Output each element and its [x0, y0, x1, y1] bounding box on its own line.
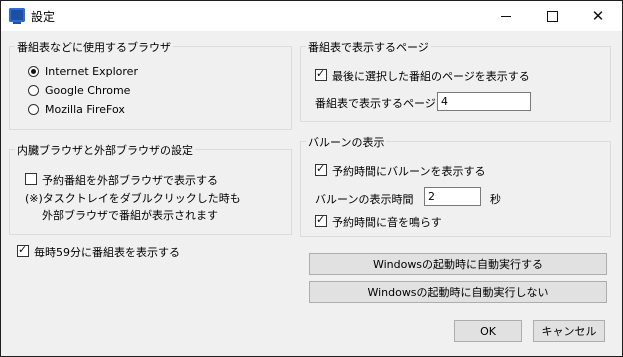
title-bar[interactable]: 設定 ✕ [1, 1, 622, 32]
sound-checkbox[interactable] [315, 213, 327, 227]
minimize-button[interactable] [483, 1, 529, 31]
window-title: 設定 [31, 10, 56, 24]
autorun-disable-button[interactable]: Windowsの起動時に自動実行しない [309, 281, 607, 303]
autorun-enable-button[interactable]: Windowsの起動時に自動実行する [309, 253, 607, 275]
maximize-icon [546, 10, 558, 22]
tasktray-note-line1: (※)タスクトレイをダブルクリックした時も [25, 192, 241, 205]
radio-google-chrome-label[interactable]: Google Chrome [45, 84, 130, 97]
cancel-button[interactable]: キャンセル [533, 320, 605, 342]
tasktray-note-line2: 外部ブラウザで番組が表示されます [42, 209, 218, 222]
page-field-label: 番組表で表示するページ [315, 97, 436, 110]
settings-window: 設定 ✕ 番組表などに使用するブラウザ Internet Explorer Go… [0, 0, 623, 357]
external-browser-checkbox-label[interactable]: 予約番組を外部ブラウザで表示する [42, 172, 218, 188]
internal-external-group-title: 内臓ブラウザと外部ブラウザの設定 [15, 142, 195, 158]
minimize-icon [501, 15, 511, 17]
balloon-show-checkbox-label[interactable]: 予約時間にバルーンを表示する [332, 163, 485, 179]
balloon-time-input[interactable]: 2 [424, 187, 481, 206]
hourly-show-checkbox[interactable] [17, 243, 29, 257]
maximize-button[interactable] [529, 1, 575, 31]
radio-internet-explorer-label[interactable]: Internet Explorer [45, 65, 138, 78]
balloon-time-unit: 秒 [490, 193, 501, 206]
close-icon: ✕ [591, 6, 605, 25]
ok-button[interactable]: OK [454, 320, 522, 342]
close-button[interactable]: ✕ [575, 1, 621, 31]
radio-internet-explorer[interactable] [28, 66, 39, 77]
radio-mozilla-firefox[interactable] [28, 104, 39, 115]
page-number-input[interactable]: 4 [437, 92, 531, 111]
balloon-group-title: バルーンの表示 [306, 134, 387, 150]
browser-group-title: 番組表などに使用するブラウザ [15, 39, 173, 55]
last-selected-page-checkbox-label[interactable]: 最後に選択した番組のページを表示する [332, 68, 530, 84]
sound-checkbox-label[interactable]: 予約時間に音を鳴らす [332, 214, 442, 230]
app-monitor-icon [9, 8, 25, 24]
radio-mozilla-firefox-label[interactable]: Mozilla FireFox [45, 103, 125, 116]
balloon-time-label: バルーンの表示時間 [315, 193, 414, 206]
page-group-title: 番組表で表示するページ [306, 39, 431, 55]
hourly-show-checkbox-label[interactable]: 毎時59分に番組表を表示する [34, 244, 180, 260]
last-selected-page-checkbox[interactable] [315, 67, 327, 81]
external-browser-checkbox[interactable] [25, 173, 37, 185]
radio-google-chrome[interactable] [28, 85, 39, 96]
balloon-show-checkbox[interactable] [315, 162, 327, 176]
